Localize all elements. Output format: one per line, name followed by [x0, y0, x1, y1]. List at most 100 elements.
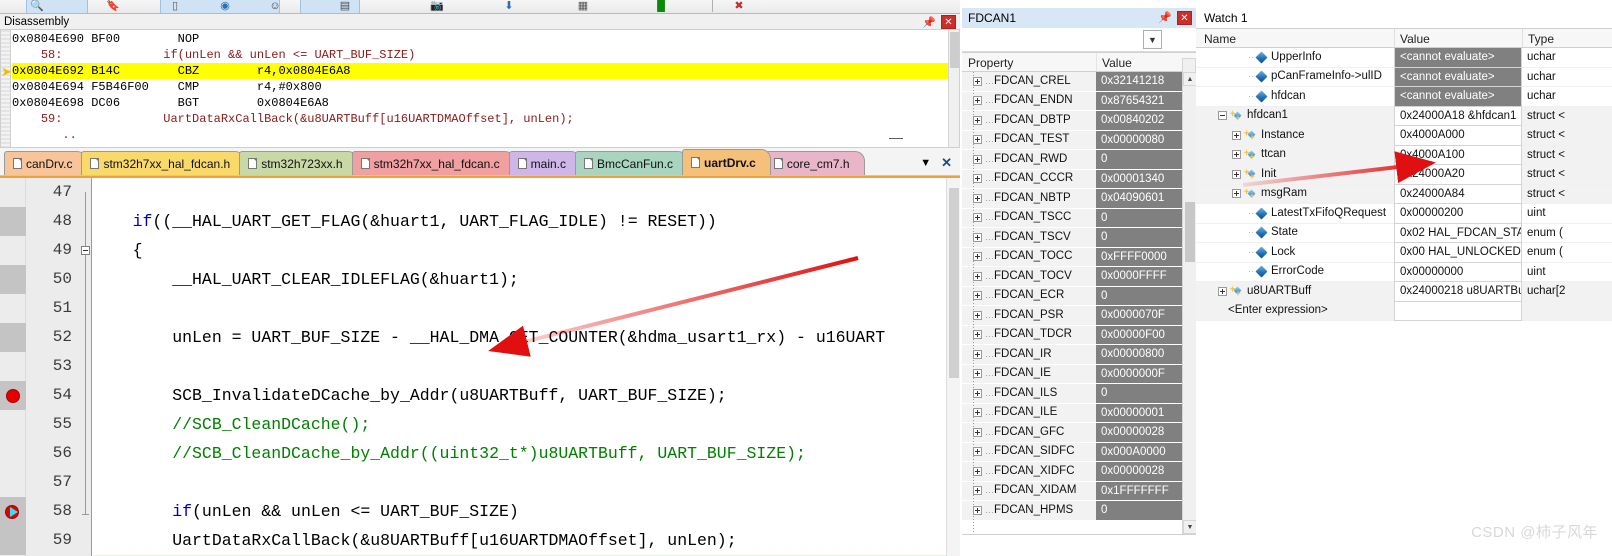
fdcan-property-cell[interactable]: … FDCAN_CREL	[962, 72, 1096, 92]
code-line[interactable]: 48 if((__HAL_UART_GET_FLAG(&huart1, UART…	[0, 207, 960, 236]
fdcan-peripheral-selector[interactable]: ▼	[962, 28, 1196, 52]
fold-cell[interactable]	[78, 381, 92, 410]
fdcan-value-cell[interactable]: 0x00000F00	[1096, 325, 1196, 345]
memory-icon[interactable]: ▦	[574, 0, 592, 12]
collapse-icon[interactable]	[1218, 111, 1227, 121]
expand-icon[interactable]	[973, 193, 982, 203]
editor-tab-strip[interactable]: canDrv.c stm32h7xx_hal_fdcan.h stm32h723xx…	[0, 148, 960, 176]
pin-icon[interactable]: 📌	[922, 15, 936, 29]
disassembly-body[interactable]: ➤ 0x0804E690 BF00 NOP 58: if(unLen && un…	[0, 30, 960, 148]
fdcan-property-cell[interactable]: … FDCAN_CCCR	[962, 169, 1096, 189]
disassembly-row[interactable]: 58: if(unLen && unLen <= UART_BUF_SIZE)	[12, 47, 959, 63]
fold-cell[interactable]	[78, 236, 92, 265]
fdcan-property-cell[interactable]: … FDCAN_ECR	[962, 286, 1096, 306]
fdcan-value-cell[interactable]: 0	[1096, 384, 1196, 404]
watch-name-cell[interactable]: u8UARTBuff	[1196, 282, 1394, 302]
watch-name-cell[interactable]: hfdcan1	[1196, 106, 1394, 126]
fold-cell[interactable]	[78, 410, 92, 439]
ruler-icon[interactable]: ▤	[336, 0, 354, 12]
watch-row[interactable]: ttcan 0x4000A100 struct <	[1196, 145, 1612, 165]
disassembly-row[interactable]: 59: UartDataRxCallBack(&u8UARTBuff[u16UA…	[12, 111, 959, 127]
editor-tab-stm32h7xx-hal-fdcan-h[interactable]: stm32h7xx_hal_fdcan.h	[81, 151, 246, 175]
fold-cell[interactable]	[78, 497, 92, 526]
watch-value-cell[interactable]: 0x24000218 u8UARTBu...	[1394, 282, 1522, 302]
fdcan-scrollbar[interactable]: ▲ ▼	[1182, 72, 1196, 534]
watch-row[interactable]: ·· UpperInfo <cannot evaluate> uchar	[1196, 48, 1612, 68]
watch-name-cell[interactable]: <Enter expression>	[1196, 301, 1394, 321]
disassembly-row[interactable]: ..	[12, 127, 959, 143]
code-line[interactable]: 53	[0, 352, 960, 381]
disassembly-scrollbar[interactable]	[948, 30, 959, 147]
fdcan-value-cell[interactable]: 0x04090601	[1096, 189, 1196, 209]
fdcan-value-cell[interactable]: 0x0000070F	[1096, 306, 1196, 326]
expand-icon[interactable]	[973, 505, 982, 515]
fdcan-row[interactable]: … FDCAN_IE 0x0000000F	[962, 364, 1196, 384]
breakpoint-icon[interactable]	[6, 388, 20, 403]
fold-cell[interactable]	[78, 468, 92, 497]
fdcan-property-cell[interactable]: … FDCAN_RWD	[962, 150, 1096, 170]
editor-scrollbar[interactable]	[946, 178, 960, 556]
expand-icon[interactable]	[973, 291, 982, 301]
fdcan-value-cell[interactable]: 0	[1096, 150, 1196, 170]
watch-value-cell[interactable]: 0x24000A84	[1394, 184, 1522, 204]
breakpoint-cell[interactable]	[0, 207, 26, 236]
breakpoint-cell[interactable]	[0, 526, 26, 555]
watch-value-cell[interactable]: <cannot evaluate>	[1394, 48, 1522, 68]
code-line[interactable]: 50 __HAL_UART_CLEAR_IDLEFLAG(&huart1);	[0, 265, 960, 294]
current-statement-breakpoint-icon[interactable]	[5, 504, 21, 519]
breakpoint-cell[interactable]	[0, 323, 26, 352]
breakpoint-cell[interactable]	[0, 410, 26, 439]
close-icon[interactable]: ✕	[941, 155, 952, 171]
code-line[interactable]: 51	[0, 294, 960, 323]
watch-row[interactable]: hfdcan1 0x24000A18 &hfdcan1 struct <	[1196, 106, 1612, 126]
code-line[interactable]: 56 //SCB_CleanDCache_by_Addr((uint32_t*)…	[0, 439, 960, 468]
editor-tab-candrv-c[interactable]: canDrv.c	[4, 151, 88, 175]
fdcan-row[interactable]: … FDCAN_ECR 0	[962, 286, 1196, 306]
editor-tab-bmccanfun-c[interactable]: BmcCanFun.c	[575, 151, 689, 175]
watch-name-cell[interactable]: ·· hfdcan	[1196, 87, 1394, 107]
breakpoint-cell[interactable]	[0, 468, 26, 497]
expand-icon[interactable]	[973, 232, 982, 242]
fdcan-row[interactable]: … FDCAN_XIDAM 0x1FFFFFFF	[962, 481, 1196, 501]
fdcan-row[interactable]: … FDCAN_SIDFC 0x000A0000	[962, 442, 1196, 462]
expand-icon[interactable]	[1218, 286, 1227, 296]
watch-row[interactable]: ·· LatestTxFifoQRequest 0x00000200 uint	[1196, 204, 1612, 224]
fdcan-value-cell[interactable]: 0x00000028	[1096, 462, 1196, 482]
expand-icon[interactable]	[973, 388, 982, 398]
watch-row[interactable]: Init 0x24000A20 struct <	[1196, 165, 1612, 185]
expand-icon[interactable]	[973, 76, 982, 86]
fdcan-value-cell[interactable]: 0x87654321	[1096, 91, 1196, 111]
fdcan-property-cell[interactable]: … FDCAN_ILE	[962, 403, 1096, 423]
breakpoint-cell[interactable]	[0, 439, 26, 468]
expand-icon[interactable]	[973, 486, 982, 496]
code-line[interactable]: 47	[0, 178, 960, 207]
expand-icon[interactable]	[973, 369, 982, 379]
breakpoint-cell[interactable]	[0, 352, 26, 381]
fdcan-row[interactable]: … FDCAN_TSCV 0	[962, 228, 1196, 248]
editor-tab-stm32h723xx-h[interactable]: stm32h723xx.h	[239, 151, 358, 175]
watch-value-cell[interactable]: 0x24000A20	[1394, 165, 1522, 185]
fdcan-value-cell[interactable]: 0x32141218	[1096, 72, 1196, 92]
fdcan-row[interactable]: … FDCAN_RWD 0	[962, 150, 1196, 170]
expand-icon[interactable]	[973, 349, 982, 359]
fdcan-row[interactable]: … FDCAN_GFC 0x00000028	[962, 423, 1196, 443]
bookmark-icon[interactable]: 🔖	[104, 0, 122, 12]
step-icon[interactable]: ▯	[166, 0, 184, 12]
fdcan-scroll-thumb[interactable]	[1185, 202, 1195, 262]
fdcan-row[interactable]: … FDCAN_DBTP 0x00840202	[962, 111, 1196, 131]
fdcan-property-cell[interactable]: … FDCAN_HPMS	[962, 501, 1096, 521]
fdcan-value-cell[interactable]: 0x00000001	[1096, 403, 1196, 423]
watch-name-cell[interactable]: ·· LatestTxFifoQRequest	[1196, 204, 1394, 224]
watch-name-cell[interactable]: msgRam	[1196, 184, 1394, 204]
fdcan-property-cell[interactable]: … FDCAN_IE	[962, 364, 1096, 384]
chevron-down-icon[interactable]: ▼	[920, 157, 931, 169]
watch-value-cell[interactable]: 0x00000000	[1394, 262, 1522, 282]
analyzer-icon[interactable]: █	[652, 0, 670, 12]
watch-value-cell[interactable]: 0x24000A18 &hfdcan1	[1394, 106, 1522, 126]
fdcan-property-cell[interactable]: … FDCAN_GFC	[962, 423, 1096, 443]
watch-row[interactable]: Instance 0x4000A000 struct <	[1196, 126, 1612, 146]
fdcan-value-cell[interactable]: 0x00001340	[1096, 169, 1196, 189]
disassembly-row[interactable]: 0x0804E690 BF00 NOP	[12, 31, 959, 47]
disassembly-resize-handle[interactable]: —	[881, 130, 911, 144]
watch-row[interactable]: u8UARTBuff 0x24000218 u8UARTBu... uchar[2	[1196, 282, 1612, 302]
